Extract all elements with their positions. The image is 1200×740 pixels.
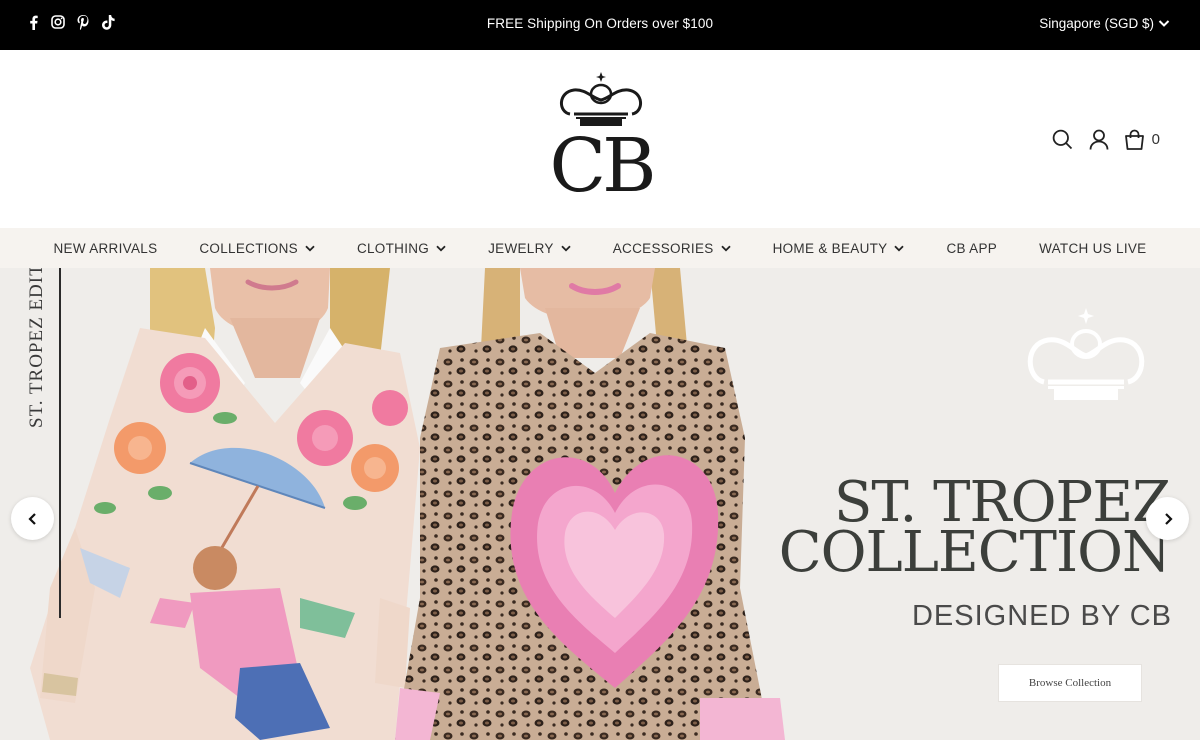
chevron-right-icon: [1164, 512, 1173, 525]
chevron-down-icon: [436, 245, 446, 252]
chevron-down-icon: [305, 245, 315, 252]
announcement-bar: FREE Shipping On Orders over $100 Singap…: [0, 0, 1200, 50]
edit-divider-line: [59, 268, 61, 618]
slider-next-button[interactable]: [1146, 497, 1189, 540]
site-header: CB 0: [0, 50, 1200, 228]
chevron-down-icon: [720, 245, 731, 252]
main-navigation: NEW ARRIVALS COLLECTIONS CLOTHING JEWELR…: [0, 228, 1200, 268]
header-actions: 0: [1052, 128, 1160, 150]
nav-label: WATCH US LIVE: [1039, 240, 1147, 256]
account-icon[interactable]: [1088, 128, 1110, 150]
announcement-text: FREE Shipping On Orders over $100: [486, 16, 714, 31]
nav-item-clothing[interactable]: CLOTHING: [336, 241, 467, 256]
nav-label: CB APP: [946, 240, 998, 256]
hero-title-line-2: COLLECTION: [778, 520, 1171, 585]
chevron-down-icon: [894, 245, 905, 252]
edit-label: ST. TROPEZ EDIT: [26, 268, 47, 428]
logo-text: CB: [549, 123, 657, 209]
chevron-left-icon: [27, 512, 36, 525]
crown-watermark-icon: [1027, 308, 1145, 400]
cart-count: 0: [1151, 130, 1160, 148]
hero-subtitle: DESIGNED BY CB: [911, 600, 1172, 632]
nav-item-home-beauty[interactable]: HOME & BEAUTY: [752, 241, 926, 256]
search-icon[interactable]: [1052, 128, 1074, 150]
nav-label: NEW ARRIVALS: [53, 240, 158, 256]
nav-item-watch-us-live[interactable]: WATCH US LIVE: [1018, 241, 1167, 256]
nav-item-jewelry[interactable]: JEWELRY: [467, 241, 592, 256]
slider-prev-button[interactable]: [11, 497, 54, 540]
hero-banner: ST. TROPEZ EDIT ST. TROPEZ COLLECTION DE…: [0, 268, 1200, 740]
nav-label: HOME & BEAUTY: [772, 240, 888, 256]
nav-label: COLLECTIONS: [199, 240, 298, 256]
browse-collection-button[interactable]: Browse Collection: [998, 664, 1142, 702]
chevron-down-icon: [561, 245, 571, 252]
cart-icon[interactable]: [1124, 128, 1146, 150]
nav-item-accessories[interactable]: ACCESSORIES: [592, 241, 752, 256]
nav-item-cb-app[interactable]: CB APP: [925, 241, 1018, 256]
chevron-down-icon: [1158, 16, 1170, 31]
hero-title: ST. TROPEZ COLLECTION: [750, 475, 1171, 585]
brand-logo[interactable]: CB: [540, 70, 662, 206]
nav-item-new-arrivals[interactable]: NEW ARRIVALS: [33, 241, 179, 256]
nav-label: JEWELRY: [488, 240, 554, 256]
currency-selector[interactable]: Singapore (SGD $): [1039, 16, 1170, 31]
nav-label: ACCESSORIES: [612, 240, 714, 256]
hero-image: [30, 268, 785, 740]
nav-item-collections[interactable]: COLLECTIONS: [178, 241, 336, 256]
currency-label: Singapore (SGD $): [1039, 16, 1154, 31]
nav-label: CLOTHING: [356, 240, 430, 256]
